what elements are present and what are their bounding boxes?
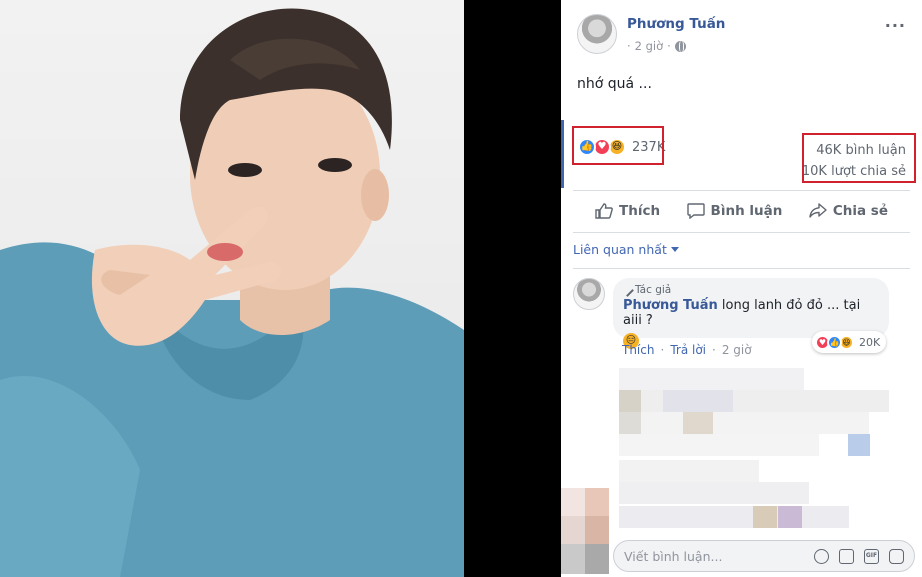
post-panel: Phương Tuấn · 2 giờ · ··· nhớ quá ... 👍 … [561, 0, 922, 577]
stats-highlight-box [802, 133, 916, 183]
comment-icon [686, 203, 705, 219]
comment-sort-dropdown[interactable]: Liên quan nhất [573, 242, 679, 257]
like-reaction-icon: 👍 [827, 334, 842, 350]
post-actions: Thích Bình luận Chia sẻ [573, 196, 910, 226]
commenter-avatar[interactable] [573, 278, 605, 310]
comment-time[interactable]: 2 giờ [722, 343, 752, 357]
composer-avatar [561, 488, 609, 574]
comment-reply-link[interactable]: Trả lời [670, 343, 706, 357]
blurred-comments [613, 368, 889, 533]
post-photo[interactable] [0, 0, 464, 577]
author-badge: Tác giả [621, 283, 879, 297]
meta-separator: · [627, 39, 631, 53]
separator: · [660, 343, 665, 357]
meta-separator: · [667, 39, 671, 53]
comment-input[interactable]: Viết bình luận... [624, 549, 814, 564]
like-button[interactable]: Thích [595, 196, 660, 226]
gif-icon[interactable]: GIF [864, 548, 879, 564]
post-time[interactable]: 2 giờ [635, 39, 664, 53]
post-meta: · 2 giờ · [627, 39, 686, 53]
comment-bubble: Tác giả Phương Tuấn long lanh đỏ đỏ ... … [613, 278, 889, 349]
share-icon [809, 203, 827, 218]
separator: · [712, 343, 716, 357]
comment-reaction-count: 20K [859, 335, 881, 349]
sort-label: Liên quan nhất [573, 242, 667, 257]
post-text: nhớ quá ... [577, 76, 652, 92]
like-icon [595, 203, 613, 219]
share-label: Chia sẻ [832, 203, 888, 219]
divider [573, 268, 910, 269]
divider [573, 232, 910, 233]
black-gap [464, 0, 561, 577]
comment-like-link[interactable]: Thích [622, 343, 654, 357]
author-tag-label: Tác giả [635, 284, 672, 296]
share-button[interactable]: Chia sẻ [809, 196, 888, 226]
comment-label: Bình luận [710, 203, 783, 219]
comment-author[interactable]: Phương Tuấn [623, 298, 718, 313]
comment-actions: Thích · Trả lời · 2 giờ [622, 343, 752, 357]
comment-reactions[interactable]: ♥ 👍 😆 20K [812, 331, 887, 353]
comment-button[interactable]: Bình luận [686, 196, 783, 226]
divider [573, 190, 910, 191]
accent-bar [561, 120, 564, 188]
sticker-icon[interactable] [889, 548, 904, 564]
author-name[interactable]: Phương Tuấn [627, 16, 725, 32]
emoji-icon[interactable] [814, 548, 829, 564]
author-avatar[interactable] [577, 14, 617, 54]
composer-icons: GIF [814, 548, 904, 564]
more-icon[interactable]: ··· [885, 16, 906, 35]
chevron-down-icon [670, 247, 679, 252]
pen-icon [621, 283, 634, 297]
comment-composer[interactable]: Viết bình luận... GIF [613, 540, 915, 572]
screenshot-root: Phương Tuấn · 2 giờ · ··· nhớ quá ... 👍 … [0, 0, 922, 577]
photo-illustration [0, 8, 464, 577]
like-label: Thích [619, 203, 661, 219]
camera-icon[interactable] [839, 548, 854, 564]
comment-body: Phương Tuấn long lanh đỏ đỏ ... tại aiii… [623, 298, 879, 328]
globe-icon [674, 40, 686, 52]
like-reaction-icon: 👍 [578, 138, 596, 156]
